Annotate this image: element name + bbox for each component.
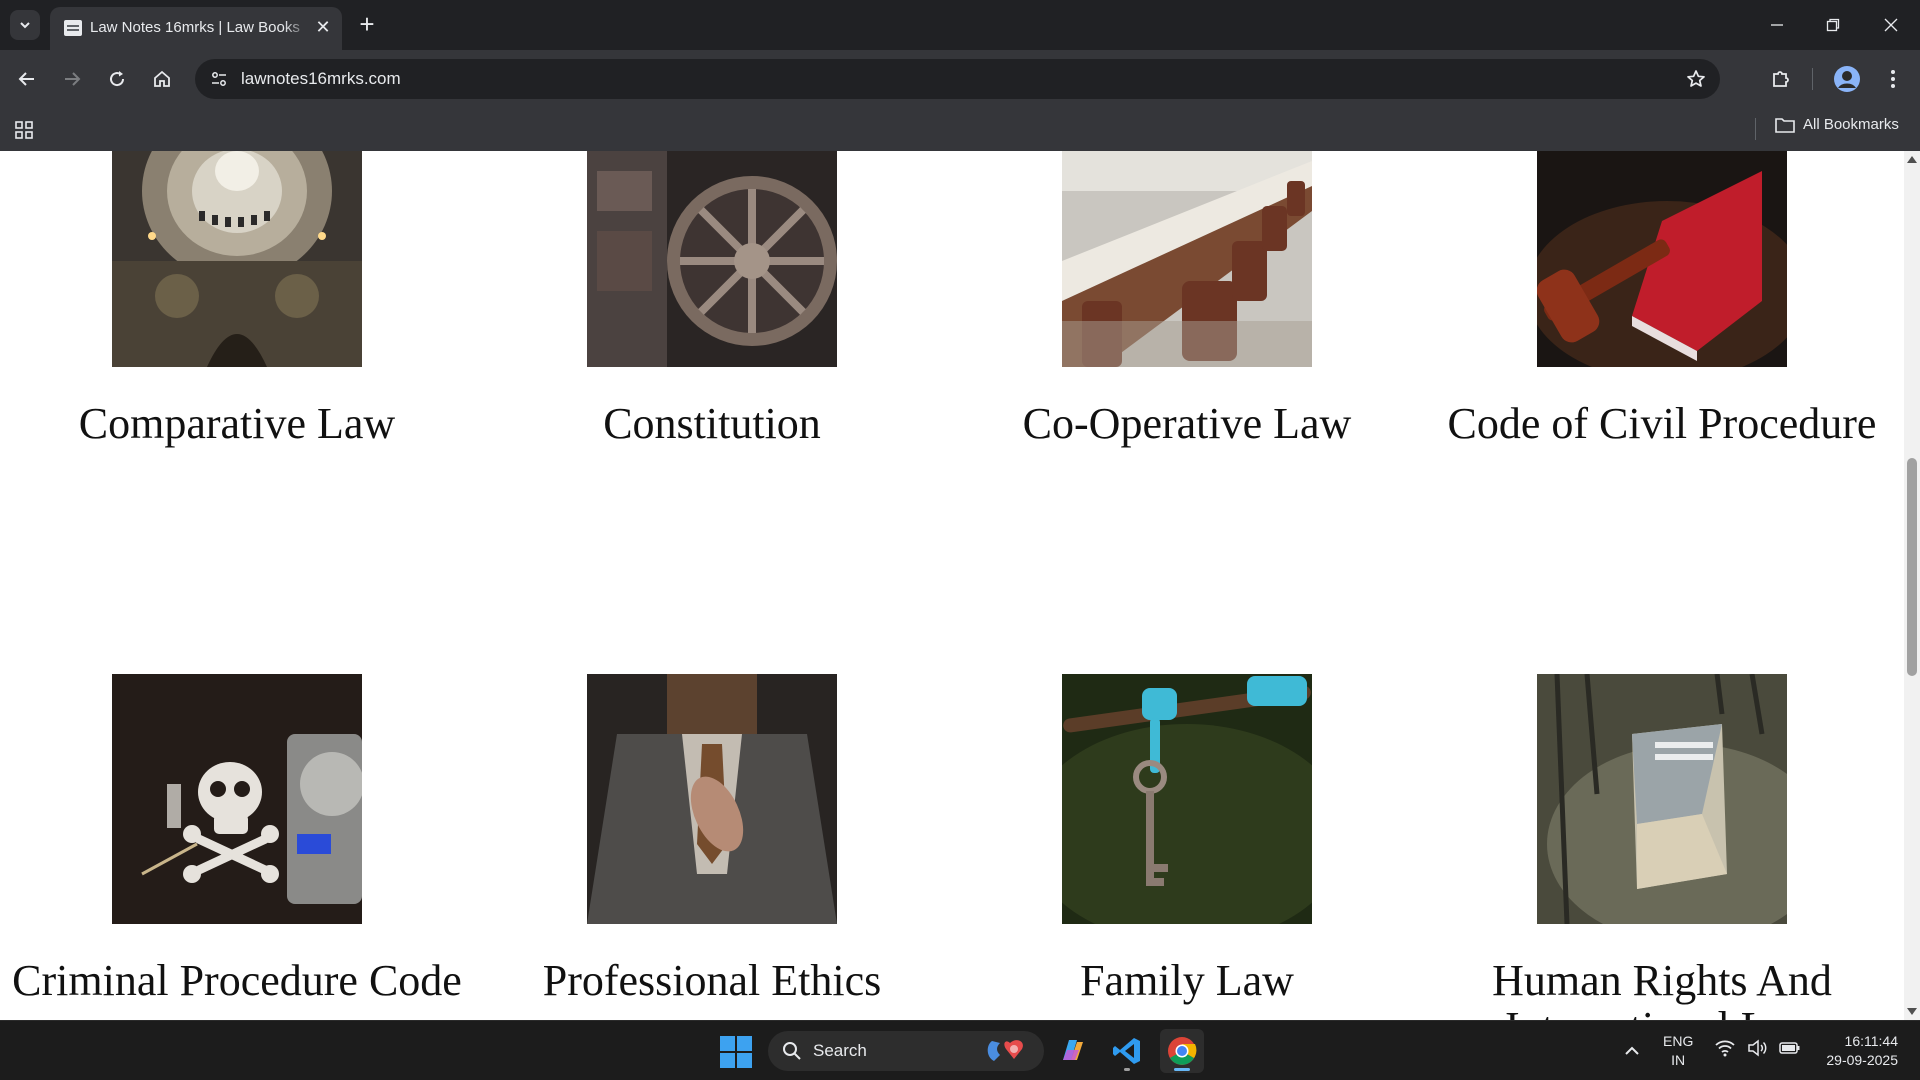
page-scrollbar[interactable] [1904,151,1920,1020]
card-title[interactable]: Code of Civil Procedure [1432,400,1892,447]
reload-button[interactable] [100,62,134,96]
puzzle-icon [1773,71,1789,87]
search-icon [783,1042,801,1060]
tab-title: Law Notes 16mrks | Law Books [90,19,300,36]
more-vertical-icon [1891,70,1895,88]
bookmarks-bar: All Bookmarks [0,110,1920,157]
card-title[interactable]: Criminal Procedure Code [7,957,467,1004]
site-info-icon[interactable] [207,67,231,91]
windows-taskbar: Search ENG IN 16:11:44 29-09-2025 [0,1020,1920,1080]
close-window-button[interactable] [1876,10,1906,40]
system-tray[interactable] [1715,1039,1801,1057]
reload-icon [110,71,125,87]
windows-start-icon[interactable] [718,1035,754,1069]
card-image-co-operative-law[interactable] [1062,151,1312,401]
copilot-icon [1063,1040,1083,1060]
card-title[interactable]: Comparative Law [7,400,467,447]
arrow-left-icon [18,72,34,86]
all-bookmarks-button[interactable]: All Bookmarks [1775,116,1899,133]
clock-time: 16:11:44 [1844,1033,1898,1049]
search-highlight-icon [987,1040,1023,1061]
vscode-icon [1113,1038,1140,1064]
close-icon [1884,18,1898,32]
chevron-up-icon[interactable] [1620,1039,1644,1063]
card-image-comparative-law[interactable] [112,151,362,401]
card-image-professional-ethics[interactable] [587,674,837,924]
browser-toolbar: lawnotes16mrks.com All Bookmarks [0,50,1920,157]
card-image-code-of-civil-procedure[interactable] [1537,151,1787,401]
card-image-human-rights[interactable] [1537,674,1787,924]
language-region: IN [1671,1052,1686,1068]
card-title[interactable]: Family Law [957,957,1417,1004]
taskbar-chrome-app[interactable] [1160,1029,1204,1073]
app-open-indicator [1124,1068,1130,1071]
minimize-icon [1771,24,1783,26]
restore-icon [1826,18,1840,32]
minimize-button[interactable] [1762,10,1792,40]
page-viewport: Comparative Law Constitution Co-Operativ… [0,151,1904,1020]
profile-avatar[interactable] [1830,62,1864,96]
site-favicon-icon [64,20,82,36]
avatar-icon [1834,66,1860,92]
address-bar[interactable]: lawnotes16mrks.com [195,59,1720,99]
card-title[interactable]: Constitution [482,400,942,447]
taskbar-vscode-app[interactable] [1105,1029,1149,1073]
search-label: Search [813,1041,867,1060]
clock-date: 29-09-2025 [1826,1052,1898,1068]
extensions-button[interactable] [1764,62,1798,96]
bookmarks-separator [1755,118,1756,140]
home-icon [154,70,170,87]
card-title[interactable]: Human Rights And International Law [1432,957,1892,1020]
new-tab-button[interactable]: + [352,10,382,40]
system-clock[interactable]: 16:11:44 29-09-2025 [1808,1032,1898,1070]
language-code: ENG [1663,1033,1694,1049]
home-button[interactable] [145,62,179,96]
battery-icon [1779,1042,1800,1054]
taskbar-search-box[interactable]: Search [768,1031,1044,1071]
card-image-criminal-procedure-code[interactable] [112,674,362,924]
toolbar-separator [1812,68,1813,90]
scrollbar-thumb[interactable] [1907,458,1917,676]
folder-icon [1775,117,1795,133]
taskbar-copilot-app[interactable] [1050,1029,1094,1073]
scroll-down-arrow-icon[interactable] [1907,1008,1917,1015]
chrome-icon [1168,1037,1197,1065]
url-text[interactable]: lawnotes16mrks.com [241,69,401,89]
volume-icon [1748,1039,1767,1057]
restore-button[interactable] [1818,10,1848,40]
scroll-up-arrow-icon[interactable] [1907,156,1917,163]
close-icon[interactable]: ✕ [312,16,334,38]
card-title[interactable]: Co-Operative Law [957,400,1417,447]
chevron-down-icon [20,22,30,29]
language-indicator[interactable]: ENG IN [1663,1032,1693,1070]
tab-search-button[interactable] [10,10,40,40]
bookmark-star-icon[interactable] [1682,65,1710,93]
all-bookmarks-label: All Bookmarks [1803,116,1899,133]
card-image-family-law[interactable] [1062,674,1312,924]
app-active-indicator [1174,1068,1190,1071]
apps-grid-icon[interactable] [12,118,36,142]
arrow-right-icon [65,72,81,86]
back-button[interactable] [10,62,44,96]
forward-button[interactable] [55,62,89,96]
browser-tab-strip: Law Notes 16mrks | Law Books ✕ + [0,0,1920,50]
card-title[interactable]: Professional Ethics [482,957,942,1004]
browser-menu-button[interactable] [1876,62,1910,96]
wifi-icon [1715,1040,1735,1057]
browser-tab-active[interactable]: Law Notes 16mrks | Law Books ✕ [50,7,342,50]
card-image-constitution[interactable] [587,151,837,401]
